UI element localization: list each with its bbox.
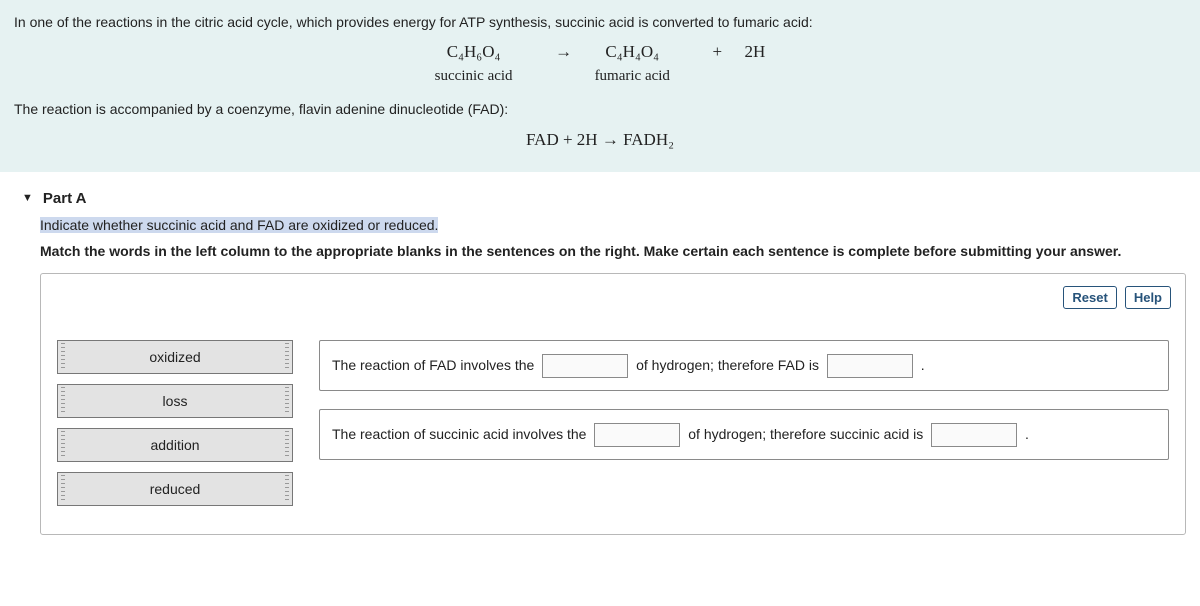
eq1-plus: + xyxy=(712,42,722,61)
s2-blank-2[interactable] xyxy=(931,423,1017,447)
eq1-h: 2H xyxy=(745,42,766,61)
reset-button[interactable]: Reset xyxy=(1063,286,1116,309)
intro-line-2: The reaction is accompanied by a coenzym… xyxy=(14,99,1186,121)
word-bank: oxidized loss addition reduced xyxy=(57,340,293,506)
s1-blank-1[interactable] xyxy=(542,354,628,378)
workspace-tools: Reset Help xyxy=(1063,286,1171,309)
prompt-highlight: Indicate whether succinic acid and FAD a… xyxy=(40,217,438,233)
collapse-caret-icon[interactable]: ▼ xyxy=(22,192,33,204)
help-button[interactable]: Help xyxy=(1125,286,1171,309)
word-reduced[interactable]: reduced xyxy=(57,472,293,506)
s2-text-a: The reaction of succinic acid involves t… xyxy=(332,426,586,442)
word-loss[interactable]: loss xyxy=(57,384,293,418)
eq1-arrow: → xyxy=(555,42,572,61)
s2-blank-1[interactable] xyxy=(594,423,680,447)
sentence-1: The reaction of FAD involves the of hydr… xyxy=(319,340,1169,391)
part-a-body: Indicate whether succinic acid and FAD a… xyxy=(0,217,1200,549)
equation-1: C₄H₆O₄ succinic acid → C₄H₄O₄ fumaric ac… xyxy=(14,40,1186,88)
s2-end: . xyxy=(1025,426,1029,442)
equation-2: FAD + 2H → FADH₂ xyxy=(14,127,1186,153)
eq1-left-label: succinic acid xyxy=(435,68,513,84)
intro-panel: In one of the reactions in the citric ac… xyxy=(0,0,1200,172)
s1-blank-2[interactable] xyxy=(827,354,913,378)
intro-line-1: In one of the reactions in the citric ac… xyxy=(14,12,1186,34)
word-oxidized[interactable]: oxidized xyxy=(57,340,293,374)
s1-text-a: The reaction of FAD involves the xyxy=(332,357,534,373)
eq1-left-formula: C₄H₆O₄ xyxy=(447,42,501,61)
sentence-2: The reaction of succinic acid involves t… xyxy=(319,409,1169,460)
matching-workspace: Reset Help oxidized loss addition reduce… xyxy=(40,273,1186,535)
eq1-right-formula: C₄H₄O₄ xyxy=(605,42,659,61)
part-a-header[interactable]: ▼ Part A xyxy=(0,172,1200,217)
s1-text-b: of hydrogen; therefore FAD is xyxy=(636,357,819,373)
eq1-right-label: fumaric acid xyxy=(595,68,670,84)
part-label: Part A xyxy=(43,190,87,207)
word-addition[interactable]: addition xyxy=(57,428,293,462)
s2-text-b: of hydrogen; therefore succinic acid is xyxy=(688,426,923,442)
match-instructions: Match the words in the left column to th… xyxy=(40,243,1186,259)
s1-end: . xyxy=(921,357,925,373)
sentence-targets: The reaction of FAD involves the of hydr… xyxy=(319,340,1169,461)
